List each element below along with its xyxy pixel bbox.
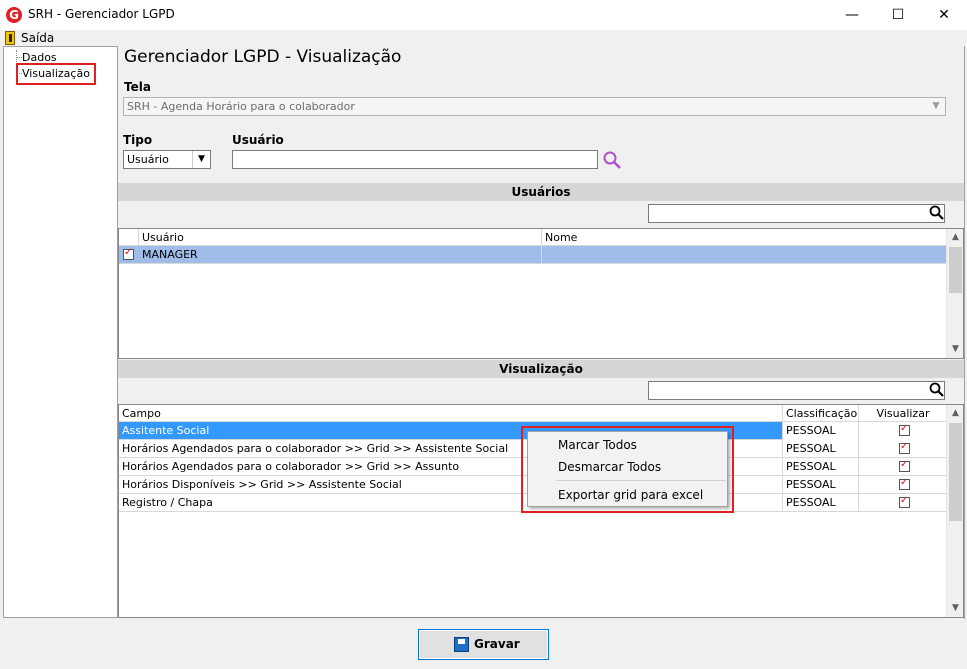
save-button-label[interactable]: Gravar xyxy=(474,637,520,651)
tela-label: Tela xyxy=(124,80,151,94)
visualizar-checkbox[interactable] xyxy=(899,459,910,472)
tela-select[interactable]: SRH - Agenda Horário para o colaborador xyxy=(123,97,946,116)
search-icon[interactable] xyxy=(602,150,622,170)
grid-header-usuario[interactable]: Usuário xyxy=(139,229,542,246)
dropdown-arrow-icon[interactable]: ▼ xyxy=(192,151,210,168)
menu-item-exit[interactable]: Saída xyxy=(21,31,54,45)
cell-visualizar[interactable] xyxy=(859,458,948,476)
row-checkbox-cell[interactable] xyxy=(119,246,139,264)
usuarios-section-header: Usuários xyxy=(118,183,964,201)
app-logo-icon: G xyxy=(6,7,22,23)
usuarios-filter-input[interactable] xyxy=(648,204,945,223)
cell-classificacao: PESSOAL xyxy=(783,440,859,458)
visualizar-checkbox[interactable] xyxy=(899,477,910,490)
table-row[interactable]: MANAGER xyxy=(119,246,948,264)
usuario-input[interactable] xyxy=(232,150,598,169)
scrollbar-thumb[interactable] xyxy=(949,423,962,521)
cell-visualizar[interactable] xyxy=(859,422,948,440)
minimize-button[interactable]: — xyxy=(829,0,875,30)
visualizar-checkbox[interactable] xyxy=(899,495,910,508)
visualizar-checkbox[interactable] xyxy=(899,441,910,454)
navigation-tree xyxy=(3,46,118,618)
cell-visualizar[interactable] xyxy=(859,476,948,494)
visualizacao-filter-input[interactable] xyxy=(648,381,945,400)
grid-header-visualizar[interactable]: Visualizar xyxy=(859,405,948,422)
magnifier-icon[interactable] xyxy=(928,381,946,399)
menu-bar xyxy=(0,30,967,46)
usuario-label: Usuário xyxy=(232,133,284,147)
cell-nome xyxy=(542,246,948,264)
cell-classificacao: PESSOAL xyxy=(783,476,859,494)
scrollbar-thumb[interactable] xyxy=(949,247,962,293)
tipo-label: Tipo xyxy=(123,133,153,147)
cell-visualizar[interactable] xyxy=(859,440,948,458)
frame-divider xyxy=(964,46,965,619)
grid-header-check xyxy=(119,229,139,246)
visualizacao-scrollbar[interactable]: ▲ ▼ xyxy=(946,405,963,617)
grid-header-nome[interactable]: Nome xyxy=(542,229,948,246)
save-disk-icon[interactable] xyxy=(454,637,469,652)
cell-usuario: MANAGER xyxy=(139,246,542,264)
dropdown-arrow-icon[interactable]: ▼ xyxy=(927,98,945,115)
context-menu-highlight xyxy=(521,426,734,513)
visualizar-checkbox[interactable] xyxy=(899,423,910,436)
grid-header-classificacao[interactable]: Classificação xyxy=(783,405,859,422)
grid-header-campo[interactable]: Campo xyxy=(119,405,783,422)
scroll-down-icon[interactable]: ▼ xyxy=(947,600,964,617)
usuarios-grid: Usuário Nome MANAGER ▲ ▼ xyxy=(118,228,964,359)
close-button[interactable]: ✕ xyxy=(921,0,967,30)
magnifier-icon[interactable] xyxy=(928,204,946,222)
cell-classificacao: PESSOAL xyxy=(783,494,859,512)
cell-classificacao: PESSOAL xyxy=(783,458,859,476)
window-title: SRH - Gerenciador LGPD xyxy=(28,7,175,21)
tree-selection-highlight xyxy=(16,63,96,85)
visualizacao-section-header: Visualização xyxy=(118,360,964,378)
scroll-up-icon[interactable]: ▲ xyxy=(947,405,964,422)
exit-door-icon[interactable] xyxy=(5,31,15,45)
scroll-up-icon[interactable]: ▲ xyxy=(947,229,964,246)
usuarios-scrollbar[interactable]: ▲ ▼ xyxy=(946,229,963,358)
cell-visualizar[interactable] xyxy=(859,494,948,512)
cell-classificacao: PESSOAL xyxy=(783,422,859,440)
row-checkbox[interactable] xyxy=(123,247,134,260)
maximize-button[interactable]: ☐ xyxy=(875,0,921,30)
scroll-down-icon[interactable]: ▼ xyxy=(947,341,964,358)
page-title: Gerenciador LGPD - Visualização xyxy=(124,47,402,67)
